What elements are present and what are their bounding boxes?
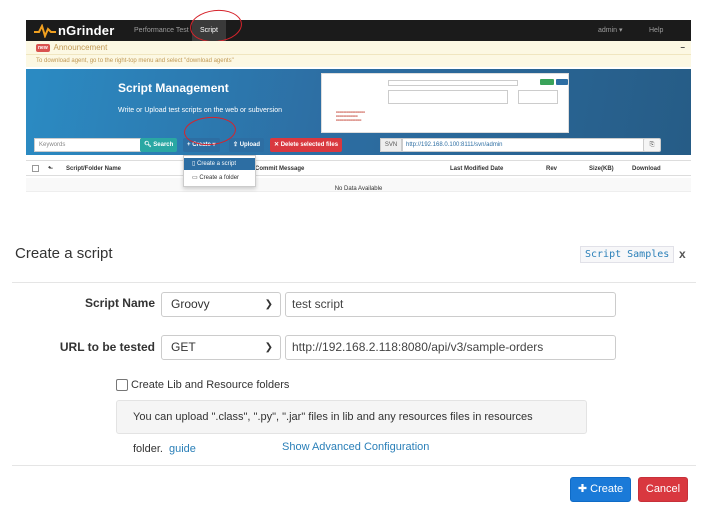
chevron-down-icon: ❯ xyxy=(264,342,273,353)
script-name-label: Script Name xyxy=(84,296,155,310)
up-arrow-icon[interactable]: ⬑ xyxy=(48,161,53,177)
preview-field xyxy=(388,80,518,86)
page-root: nGrinder Performance Test Script admin ▾… xyxy=(0,0,710,510)
script-samples-link[interactable]: Script Samples xyxy=(580,246,675,263)
preview-button xyxy=(556,79,568,85)
plus-icon: ✚ xyxy=(577,483,588,495)
script-table-header: ⬑ Script/Folder Name Commit Message Last… xyxy=(26,160,691,176)
nav-help[interactable]: Help xyxy=(649,20,663,41)
preview-button xyxy=(540,79,554,85)
col-name[interactable]: Script/Folder Name xyxy=(66,161,121,177)
select-all-checkbox[interactable] xyxy=(32,165,39,172)
upload-button[interactable]: ⇪ Upload xyxy=(229,138,265,152)
url-input[interactable]: http://192.168.2.118:8080/api/v3/sample-… xyxy=(285,335,616,360)
ngrinder-screenshot: nGrinder Performance Test Script admin ▾… xyxy=(26,7,691,205)
advanced-config-link[interactable]: Show Advanced Configuration xyxy=(282,441,429,453)
delete-selected-button[interactable]: ✕ Delete selected files xyxy=(270,138,343,152)
col-commit[interactable]: Commit Message xyxy=(255,161,304,177)
folder-icon: ▭ xyxy=(192,175,198,181)
banner-subtitle: Write or Upload test scripts on the web … xyxy=(118,107,283,114)
keywords-input[interactable]: Keywords xyxy=(34,138,141,152)
banner-title: Script Management xyxy=(118,81,229,95)
script-management-banner: Script Management Write or Upload test s… xyxy=(26,69,691,155)
editor-preview-image: ▬▬▬▬▬▬▬▬▬▬▬▬▬▬▬▬ ▬▬▬▬▬▬▬▬▬▬▬▬ ▬▬▬▬▬▬▬▬▬▬▬▬… xyxy=(321,73,569,133)
script-name-input[interactable]: test script xyxy=(285,292,616,317)
col-rev[interactable]: Rev xyxy=(546,161,557,177)
logo[interactable]: nGrinder xyxy=(34,22,115,39)
menu-item-create-folder[interactable]: ▭ Create a folder xyxy=(184,172,255,184)
search-icon: 🔍︎ xyxy=(144,142,152,148)
announcement-message: To download agent, go to the right-top m… xyxy=(26,55,691,67)
file-icon: ▯ xyxy=(192,161,196,167)
chevron-down-icon: ❯ xyxy=(264,299,273,310)
lib-resource-checkbox[interactable] xyxy=(116,379,128,391)
col-modified[interactable]: Last Modified Date xyxy=(450,161,503,177)
collapse-icon[interactable]: – xyxy=(681,41,685,55)
url-label: URL to be tested xyxy=(59,340,155,354)
no-data-text: No Data Available xyxy=(334,186,383,192)
toolbar: Keywords 🔍︎ Search + Create ▾ ⇪ Upload ✕… xyxy=(26,136,691,153)
upload-info-box: You can upload ".class", ".py", ".jar" f… xyxy=(116,400,587,455)
navbar: nGrinder Performance Test Script admin ▾… xyxy=(26,20,691,41)
guide-link[interactable]: guide xyxy=(169,443,196,455)
announcement-title[interactable]: Announcement xyxy=(54,43,108,52)
new-badge: new xyxy=(36,44,50,52)
modal-title: Create a script xyxy=(15,245,113,262)
menu-item-create-script[interactable]: ▯ Create a script xyxy=(184,158,255,170)
lib-resource-label[interactable]: Create Lib and Resource folders xyxy=(131,379,289,391)
pulse-logo-icon xyxy=(34,23,56,38)
modal-header-divider xyxy=(12,282,696,283)
svn-label: SVN xyxy=(380,138,402,152)
script-type-select[interactable]: Groovy ❯ xyxy=(161,292,281,317)
http-method-select[interactable]: GET ❯ xyxy=(161,335,281,360)
create-button[interactable]: ✚ Create xyxy=(570,477,631,502)
plus-icon: + xyxy=(187,142,191,148)
x-icon: ✕ xyxy=(274,142,280,148)
preview-field xyxy=(518,90,558,104)
app-name: nGrinder xyxy=(58,23,115,38)
search-button[interactable]: 🔍︎ Search xyxy=(140,138,178,152)
create-dropdown-menu: ▯ Create a script ▭ Create a folder xyxy=(183,155,256,187)
col-size[interactable]: Size(KB) xyxy=(589,161,614,177)
preview-field xyxy=(388,90,508,104)
close-icon[interactable]: x xyxy=(679,247,686,261)
nav-performance-test[interactable]: Performance Test xyxy=(134,20,189,41)
lib-resource-option: Create Lib and Resource folders xyxy=(116,379,289,391)
modal-footer-divider xyxy=(12,465,696,466)
preview-code: ▬▬▬▬▬▬▬▬▬▬▬▬▬▬▬▬ ▬▬▬▬▬▬▬▬▬▬▬▬ ▬▬▬▬▬▬▬▬▬▬▬▬… xyxy=(336,110,365,122)
announcement-bar: new Announcement – xyxy=(26,41,691,55)
svn-url[interactable]: http://192.168.0.100:8111/svn/admin xyxy=(402,138,655,152)
col-download[interactable]: Download xyxy=(632,161,661,177)
nav-admin-menu[interactable]: admin ▾ xyxy=(598,20,623,41)
upload-icon: ⇪ xyxy=(233,142,239,148)
copy-icon[interactable]: ⎘ xyxy=(643,138,661,152)
cancel-button[interactable]: Cancel xyxy=(638,477,688,502)
